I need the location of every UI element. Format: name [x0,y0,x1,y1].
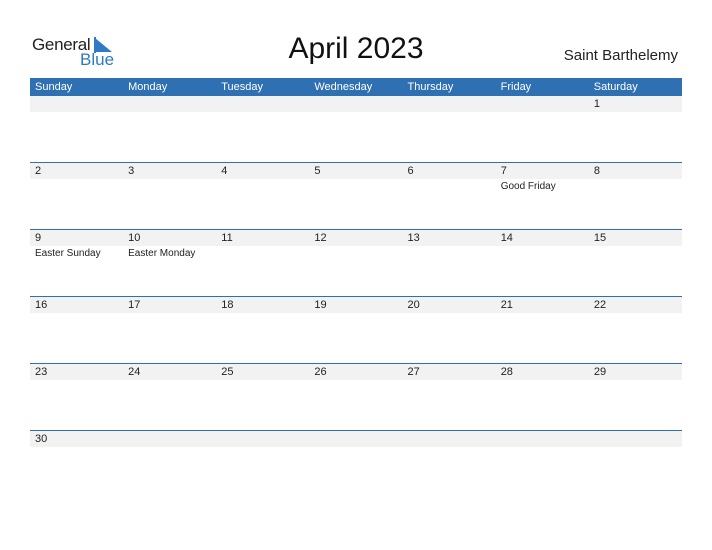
week-row: 23 24 25 26 27 28 29 [30,363,682,431]
holiday-label: Good Friday [500,181,556,192]
day-number: 7 [500,165,507,177]
day-cell: 4 [216,163,309,229]
day-cell: 18 [216,297,309,363]
day-cell [589,431,682,497]
day-cell: 23 [30,364,123,430]
day-cell: 9 Easter Sunday [30,230,123,296]
holiday-label: Easter Monday [128,248,196,259]
day-cell [309,431,402,497]
day-cell [309,96,402,162]
day-number: 17 [128,299,141,311]
day-number: 19 [314,299,327,311]
day-number: 8 [593,165,600,177]
day-cell: 11 [216,230,309,296]
day-cell [216,431,309,497]
day-cell [496,96,589,162]
day-cell: 14 [496,230,589,296]
day-number: 4 [221,165,228,177]
day-cell [496,431,589,497]
weekday-header: Sunday Monday Tuesday Wednesday Thursday… [30,78,682,96]
day-number: 6 [407,165,414,177]
day-number: 28 [500,366,513,378]
day-number: 16 [35,299,48,311]
day-cell: 8 [589,163,682,229]
day-cell: 20 [403,297,496,363]
day-number: 11 [221,232,233,244]
weekday-thursday: Thursday [407,81,454,93]
day-cell: 12 [309,230,402,296]
holiday-label: Easter Sunday [35,248,101,259]
weekday-tuesday: Tuesday [221,81,264,93]
day-cell: 25 [216,364,309,430]
week-row: 9 Easter Sunday 10 Easter Monday 11 12 13 14 15 [30,229,682,297]
day-cell: 7 Good Friday [496,163,589,229]
day-number: 23 [35,366,48,378]
day-cell: 17 [123,297,216,363]
day-number: 5 [314,165,321,177]
day-number: 22 [593,299,607,311]
day-cell: 28 [496,364,589,430]
country-name: Saint Barthelemy [563,47,678,64]
day-cell: 24 [123,364,216,430]
day-number: 21 [500,299,513,311]
day-number: 30 [35,433,48,445]
weekday-sunday: Sunday [35,81,73,93]
day-number: 29 [593,366,607,378]
weekday-friday: Friday [500,81,532,93]
week-row: 1 [30,96,682,163]
weekday-wednesday: Wednesday [314,81,373,93]
day-number: 13 [407,232,420,244]
day-cell [30,96,123,162]
day-number: 25 [221,366,234,378]
day-cell: 13 [403,230,496,296]
day-cell: 29 [589,364,682,430]
day-cell: 19 [309,297,402,363]
day-number: 9 [35,232,42,244]
day-cell: 26 [309,364,402,430]
day-cell: 15 [589,230,682,296]
day-number: 15 [593,232,607,244]
day-cell: 16 [30,297,123,363]
day-number: 3 [128,165,135,177]
day-cell: 30 [30,431,123,497]
day-cell: 2 [30,163,123,229]
week-row: 30 [30,430,682,498]
day-number: 20 [407,299,420,311]
day-number: 10 [128,232,141,244]
day-number: 26 [314,366,327,378]
day-cell: 21 [496,297,589,363]
day-cell: 27 [403,364,496,430]
day-number: 27 [407,366,420,378]
day-number: 18 [221,299,234,311]
day-cell [216,96,309,162]
day-cell: 3 [123,163,216,229]
day-cell [403,96,496,162]
day-cell: 22 [589,297,682,363]
day-number: 24 [128,366,141,378]
day-cell [403,431,496,497]
week-row: 2 3 4 5 6 7 Good Friday 8 [30,162,682,230]
day-number: 1 [593,98,600,110]
day-number: 2 [35,165,42,177]
day-cell: 5 [309,163,402,229]
weekday-saturday: Saturday [593,81,638,93]
week-row: 16 17 18 19 20 21 22 [30,296,682,364]
day-cell: 6 [403,163,496,229]
day-number: 12 [314,232,327,244]
day-cell [123,96,216,162]
weekday-monday: Monday [128,81,168,93]
day-number: 14 [500,232,513,244]
day-cell [123,431,216,497]
day-cell: 1 [589,96,682,162]
day-cell: 10 Easter Monday [123,230,216,296]
